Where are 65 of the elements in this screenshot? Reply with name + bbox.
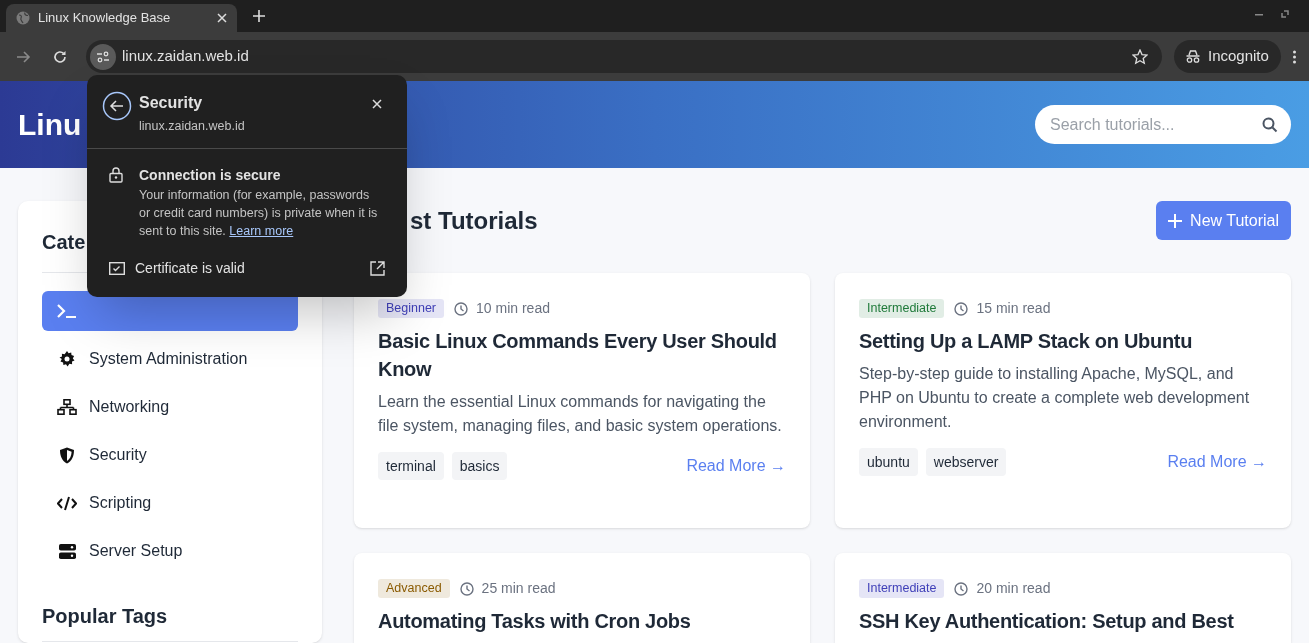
category-item[interactable]: Security <box>42 435 298 475</box>
address-bar[interactable]: linux.zaidan.web.id <box>86 40 1162 73</box>
card-title[interactable]: Automating Tasks with Cron Jobs <box>378 607 786 635</box>
clock-icon <box>954 301 969 316</box>
forward-icon[interactable] <box>17 50 31 63</box>
terminal-icon <box>57 303 77 319</box>
level-badge: Intermediate <box>859 579 945 598</box>
tag-chip[interactable]: terminal <box>378 452 444 480</box>
clock-icon <box>954 581 969 596</box>
shield-icon <box>59 446 75 464</box>
tag-chip[interactable]: webserver <box>925 448 1007 476</box>
close-icon[interactable] <box>372 99 382 109</box>
clock-icon <box>454 301 469 316</box>
lock-icon <box>109 166 123 183</box>
browser-tab[interactable]: Linux Knowledge Base <box>6 4 237 32</box>
server-icon <box>58 543 76 559</box>
clock-icon <box>459 581 474 596</box>
network-icon <box>57 399 77 415</box>
card-description: Step-by-step guide to installing Apache, MySQL, and PHP on Ubuntu to create a complete web development environment. <box>859 364 1251 432</box>
search-field[interactable]: Search tutorials... <box>1035 105 1291 144</box>
tab-title: Linux Knowledge Base <box>38 9 172 28</box>
certificate-icon <box>109 261 125 275</box>
sidebar-heading: Popular Tags <box>42 601 298 642</box>
restore-icon[interactable] <box>1281 10 1289 18</box>
site-title: Linu <box>18 107 82 143</box>
close-icon[interactable] <box>217 13 227 23</box>
tag-chip[interactable]: basics <box>451 452 508 480</box>
menu-icon[interactable] <box>1292 49 1296 64</box>
card-title[interactable]: Setting Up a LAMP Stack on Ubuntu <box>859 327 1267 355</box>
level-badge: Intermediate <box>859 299 945 318</box>
search-icon[interactable] <box>1262 117 1278 133</box>
url-text: linux.zaidan.web.id <box>122 46 250 67</box>
card-title[interactable]: Basic Linux Commands Every User Should Know <box>378 327 786 383</box>
level-badge: Beginner <box>378 299 445 318</box>
bookmark-star-icon[interactable] <box>1132 48 1148 65</box>
code-icon <box>57 495 77 511</box>
reload-icon[interactable] <box>53 49 67 64</box>
level-badge: Advanced <box>378 579 450 598</box>
read-time: 20 min read <box>976 579 1051 598</box>
read-time: 15 min read <box>976 299 1051 318</box>
read-more-link[interactable]: Read More → <box>686 454 786 478</box>
external-link-icon[interactable] <box>370 260 385 276</box>
connection-title: Connection is secure <box>139 165 282 185</box>
section-heading: st Tutorials <box>410 205 538 236</box>
incognito-button[interactable]: Incognito <box>1174 40 1281 73</box>
incognito-icon <box>1186 50 1200 63</box>
popup-site: linux.zaidan.web.id <box>139 118 246 135</box>
gear-icon <box>59 351 75 367</box>
read-time: 10 min read <box>476 299 550 318</box>
category-item[interactable]: Scripting <box>42 483 298 523</box>
read-time: 25 min read <box>481 579 556 598</box>
category-item[interactable]: Server Setup <box>42 531 298 571</box>
popup-title: Security <box>139 93 204 113</box>
plus-icon <box>1168 213 1183 228</box>
read-more-link[interactable]: Read More → <box>1167 450 1267 474</box>
card-title[interactable]: SSH Key Authentication: Setup and Best <box>859 607 1267 635</box>
category-item[interactable]: Networking <box>42 387 298 427</box>
card-description: Learn the essential Linux commands for navigating the file system, managing files, and basic system operations. <box>378 392 783 436</box>
back-icon[interactable] <box>102 91 132 121</box>
globe-icon <box>16 11 30 25</box>
new-tutorial-button[interactable]: New Tutorial <box>1156 201 1291 240</box>
category-item[interactable]: System Administration <box>42 339 298 379</box>
site-info-icon[interactable] <box>90 43 116 70</box>
new-tab-icon[interactable] <box>253 10 265 22</box>
tag-chip[interactable]: ubuntu <box>859 448 918 476</box>
